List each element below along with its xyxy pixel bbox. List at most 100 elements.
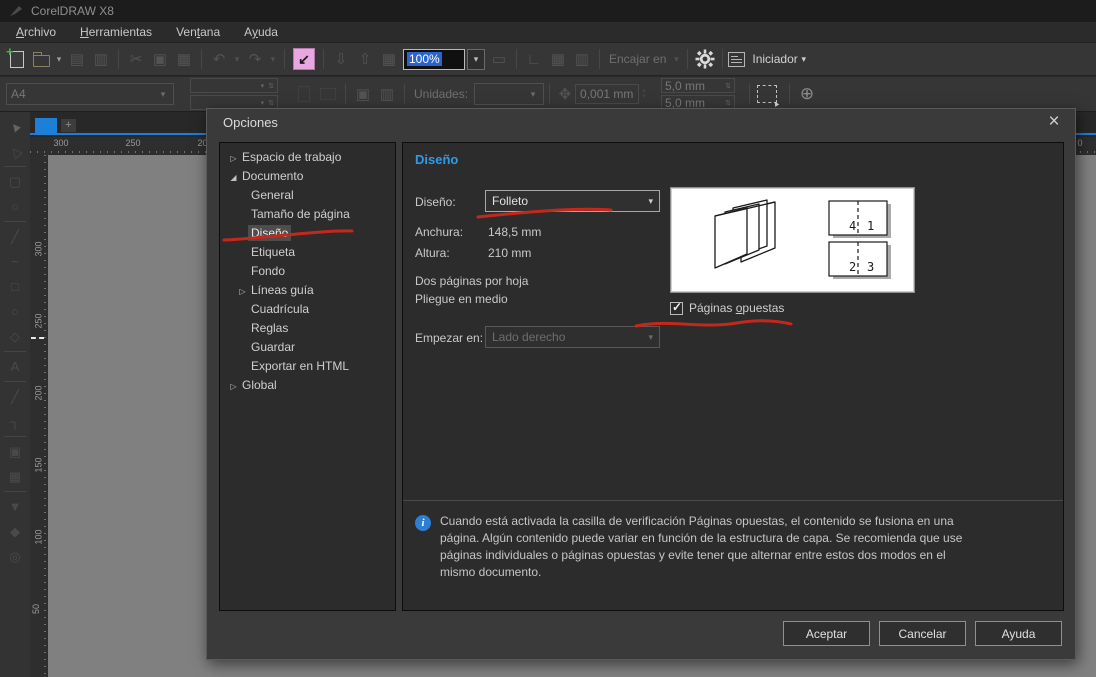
undo-caret-icon[interactable]: ▾ [231,54,243,65]
tree-item-guardar[interactable]: Guardar [220,338,395,357]
page-1-tab[interactable] [35,118,57,133]
separator [404,84,405,104]
export-file-button[interactable]: ⇧ [353,47,377,71]
tree-item-label: Líneas guía [248,282,317,298]
show-grid-button[interactable]: ▦ [546,47,570,71]
rectangle-tool-icon[interactable]: □ [2,274,28,299]
page-size-combo[interactable]: A4 ▾ [6,83,174,105]
add-page-button[interactable]: + [61,119,76,132]
import-button[interactable]: ↙ [290,47,318,71]
paste-button[interactable]: ▦ [172,47,196,71]
show-rulers-button[interactable]: ∟ [522,47,546,71]
ellipse-tool-icon[interactable]: ○ [2,299,28,324]
accept-button[interactable]: Aceptar [783,621,870,646]
v-ruler-number: 50 [31,604,41,614]
start-on-dropdown[interactable]: Lado derecho ▾ [485,326,660,348]
polygon-tool-icon[interactable]: ◇ [2,324,28,349]
options-button[interactable] [693,47,717,71]
current-page-button[interactable]: ▥ [375,82,399,106]
open-button[interactable] [29,47,53,71]
tree-collapsed-icon[interactable]: ▷ [228,149,239,168]
freehand-tool-icon[interactable]: ╱ [2,224,28,249]
page-dimensions-fields[interactable]: ▾ ⇅ ▾ ⇅ [190,78,278,110]
outline-tool-icon[interactable]: ◎ [2,544,28,569]
portrait-button[interactable] [292,82,316,106]
tree-item-fondo[interactable]: Fondo [220,262,395,281]
help-button[interactable]: Ayuda [975,621,1062,646]
open-caret-icon[interactable]: ▾ [53,54,65,65]
tree-collapsed-icon[interactable]: ▷ [237,282,248,301]
copy-button[interactable]: ▣ [148,47,172,71]
all-pages-button[interactable]: ▣ [351,82,375,106]
nudge-distance-field[interactable]: 0,001 mm [575,84,639,104]
new-document-button[interactable]: + [5,47,29,71]
save-button[interactable]: ▤ [65,47,89,71]
snap-to-caret-icon[interactable]: ▾ [670,54,682,65]
tree-item-líneas-guía[interactable]: ▷Líneas guía [220,281,395,300]
tree-expanded-icon[interactable]: ◢ [228,168,239,187]
tree-item-exportar-en-html[interactable]: Exportar en HTML [220,357,395,376]
separator [201,49,202,69]
duplicate-distance-fields[interactable]: 5,0 mm⇅ 5,0 mm⇅ [661,78,735,110]
info-text: Cuando está activada la casilla de verif… [440,513,972,581]
facing-pages-checkbox-row[interactable]: ✓ Páginas opuestas [670,301,784,315]
nudge-stepper[interactable]: ▲▼ [641,88,647,100]
menu-archivo[interactable]: Archivo [4,23,68,41]
layout-caret-icon: ▾ [648,196,653,207]
artistic-media-tool-icon[interactable]: ~ [2,249,28,274]
landscape-button[interactable] [316,82,340,106]
tree-collapsed-icon[interactable]: ▷ [228,377,239,396]
facing-pages-checkbox[interactable]: ✓ [670,302,683,315]
menu-ventana[interactable]: Ventana [164,23,232,41]
h-ruler-number: 250 [125,138,140,148]
text-tool-icon[interactable]: A [2,354,28,379]
eyedropper-tool-icon[interactable]: ▼ [2,494,28,519]
show-guidelines-button[interactable]: ▥ [570,47,594,71]
zoom-level-field[interactable]: 100% [403,49,465,70]
parallel-line-tool-icon[interactable]: ╱ [2,384,28,409]
tree-item-general[interactable]: General [220,186,395,205]
snap-to-dropdown[interactable]: Encajar en [605,52,670,66]
tree-item-etiqueta[interactable]: Etiqueta [220,243,395,262]
fullscreen-preview-button[interactable]: ▭ [487,47,511,71]
redo-caret-icon[interactable]: ▾ [267,54,279,65]
treat-as-filled-button[interactable] [755,82,779,106]
units-caret-icon: ▾ [527,89,539,100]
cut-button[interactable]: ✂ [124,47,148,71]
tree-item-tamaño-de-página[interactable]: Tamaño de página [220,205,395,224]
cancel-button[interactable]: Cancelar [879,621,966,646]
ruler-position-marker [31,337,44,339]
zoom-caret-icon[interactable]: ▾ [467,49,485,70]
launcher-dropdown[interactable]: Iniciador ▾ [728,52,809,67]
connector-tool-icon[interactable]: ┐ [2,409,28,434]
tree-item-reglas[interactable]: Reglas [220,319,395,338]
mesh-fill-tool-icon[interactable]: ▦ [2,464,28,489]
undo-button[interactable]: ↶ [207,47,231,71]
tree-item-espacio-de-trabajo[interactable]: ▷Espacio de trabajo [220,148,395,167]
shape-tool-icon[interactable]: △ [0,134,33,170]
tree-item-label: Espacio de trabajo [239,149,344,165]
menu-herramientas[interactable]: Herramientas [68,23,164,41]
add-plus-button[interactable]: ⊕ [795,82,819,106]
publish-pdf-button[interactable]: ▦ [377,47,401,71]
interactive-fill-tool-icon[interactable]: ▣ [2,439,28,464]
menu-ayuda[interactable]: Ayuda [232,23,290,41]
duplicate-x-field[interactable]: 5,0 mm⇅ [661,78,735,93]
smart-fill-tool-icon[interactable]: ◆ [2,519,28,544]
tree-item-documento[interactable]: ◢Documento [220,167,395,186]
close-icon[interactable]: × [1041,111,1067,135]
tree-item-global[interactable]: ▷Global [220,376,395,395]
separator [284,49,285,69]
import-file-button[interactable]: ⇩ [329,47,353,71]
tree-item-cuadrícula[interactable]: Cuadrícula [220,300,395,319]
tree-item-diseño[interactable]: Diseño [220,224,395,243]
page-width-field[interactable]: ▾ ⇅ [190,78,278,93]
units-combo[interactable]: ▾ [474,83,544,105]
redo-button[interactable]: ↷ [243,47,267,71]
zoom-level-combo[interactable]: 100% ▾ [403,49,485,70]
layout-dropdown[interactable]: Folleto ▾ [485,190,660,212]
crop-tool-icon[interactable]: ▢ [2,169,28,194]
titlebar: CorelDRAW X8 [0,0,1096,22]
print-button[interactable]: ▥ [89,47,113,71]
zoom-tool-icon[interactable]: ○ [2,194,28,219]
